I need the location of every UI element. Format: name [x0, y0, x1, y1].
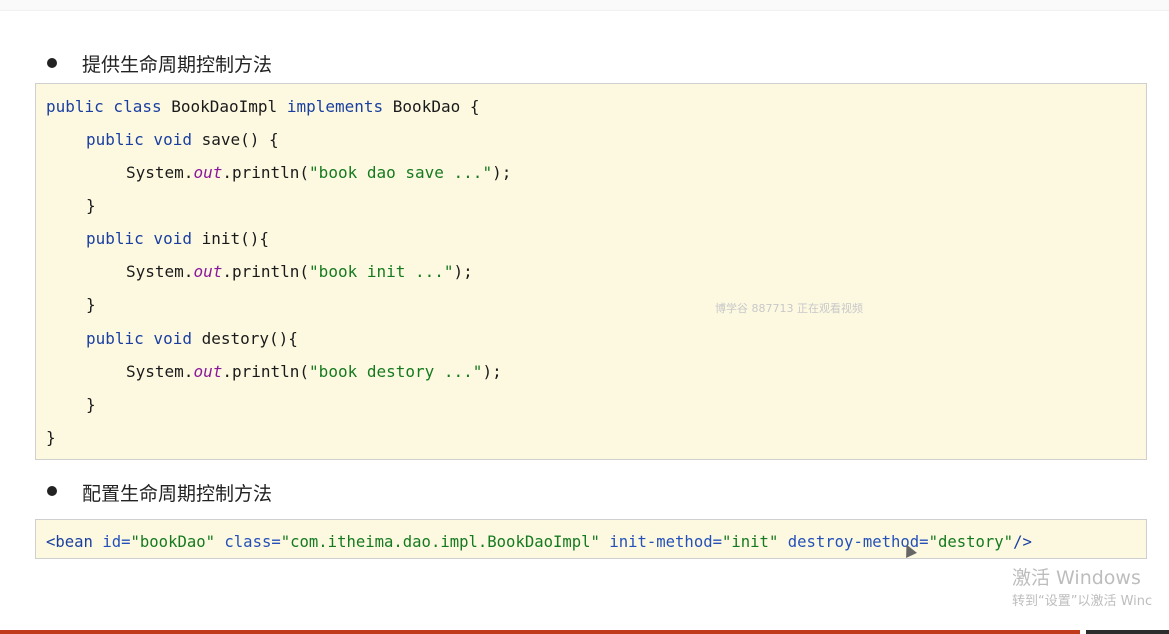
code-text: BookDao {: [383, 97, 480, 116]
activate-windows-subtitle: 转到“设置”以激活 Winc: [1012, 594, 1153, 609]
code-text: destory(){: [191, 329, 298, 348]
progress-bar-remaining: [1086, 630, 1169, 634]
code-line-2: public void save() {: [86, 130, 279, 150]
code-keyword: public void: [86, 229, 192, 248]
code-text: System.: [126, 262, 194, 281]
xml-tag-close: />: [1013, 533, 1032, 551]
code-text: .println(: [222, 362, 310, 381]
code-line-10: }: [86, 395, 96, 415]
xml-bean-line: <bean id="bookDao" class="com.itheima.da…: [46, 532, 1032, 552]
code-line-3: System.out.println("book dao save ...");: [126, 163, 511, 183]
xml-attr-id: id=: [92, 533, 131, 551]
code-text: System.: [126, 163, 194, 182]
code-text: BookDaoImpl: [161, 97, 287, 116]
xml-attr-class: class=: [215, 533, 281, 551]
code-string: "book destory ...": [309, 362, 483, 381]
xml-value-init-method: "init": [722, 533, 779, 551]
code-line-1: public class BookDaoImpl implements Book…: [46, 97, 479, 117]
viewer-watermark: 博学谷 887713 正在观看视频: [715, 302, 863, 315]
code-line-4: }: [86, 196, 96, 216]
code-line-6: System.out.println("book init ...");: [126, 262, 473, 282]
code-text: System.: [126, 362, 194, 381]
code-line-9: System.out.println("book destory ...");: [126, 362, 502, 382]
code-line-11: }: [46, 428, 56, 448]
code-string: "book init ...": [309, 262, 454, 281]
code-text: }: [46, 428, 56, 447]
code-field: out: [193, 362, 223, 381]
code-text: .println(: [222, 163, 310, 182]
code-line-7: }: [86, 295, 96, 315]
java-code-block: public class BookDaoImpl implements Book…: [35, 83, 1147, 460]
code-field: out: [193, 163, 223, 182]
code-text: );: [492, 163, 512, 182]
code-text: .println(: [222, 262, 310, 281]
code-text: save() {: [191, 130, 279, 149]
code-string: "book dao save ...": [309, 163, 493, 182]
xml-value-destroy-method: "destory": [928, 533, 1014, 551]
code-text: );: [453, 262, 473, 281]
xml-attr-init-method: init-method=: [599, 533, 722, 551]
code-text: init(){: [191, 229, 270, 248]
code-text: }: [86, 196, 96, 215]
code-keyword: implements: [286, 97, 384, 116]
code-keyword: public class: [46, 97, 162, 116]
xml-code-block: <bean id="bookDao" class="com.itheima.da…: [35, 519, 1147, 559]
code-line-8: public void destory(){: [86, 329, 298, 349]
section-heading-lifecycle-methods: 提供生命周期控制方法: [82, 54, 273, 76]
code-text: );: [482, 362, 502, 381]
bullet-icon: [47, 58, 57, 68]
bullet-icon: [47, 486, 57, 496]
activate-windows-title: 激活 Windows: [1012, 567, 1141, 589]
xml-value-class: "com.itheima.dao.impl.BookDaoImpl": [280, 533, 600, 551]
progress-bar: [0, 630, 1080, 634]
code-text: }: [86, 395, 96, 414]
top-bar: [0, 0, 1169, 11]
code-field: out: [193, 262, 223, 281]
xml-value-id: "bookDao": [130, 533, 216, 551]
code-keyword: public void: [86, 329, 192, 348]
code-text: }: [86, 295, 96, 314]
xml-tag-open: <bean: [46, 533, 93, 551]
code-line-5: public void init(){: [86, 229, 269, 249]
section-heading-configure-lifecycle: 配置生命周期控制方法: [82, 483, 273, 505]
code-keyword: public void: [86, 130, 192, 149]
